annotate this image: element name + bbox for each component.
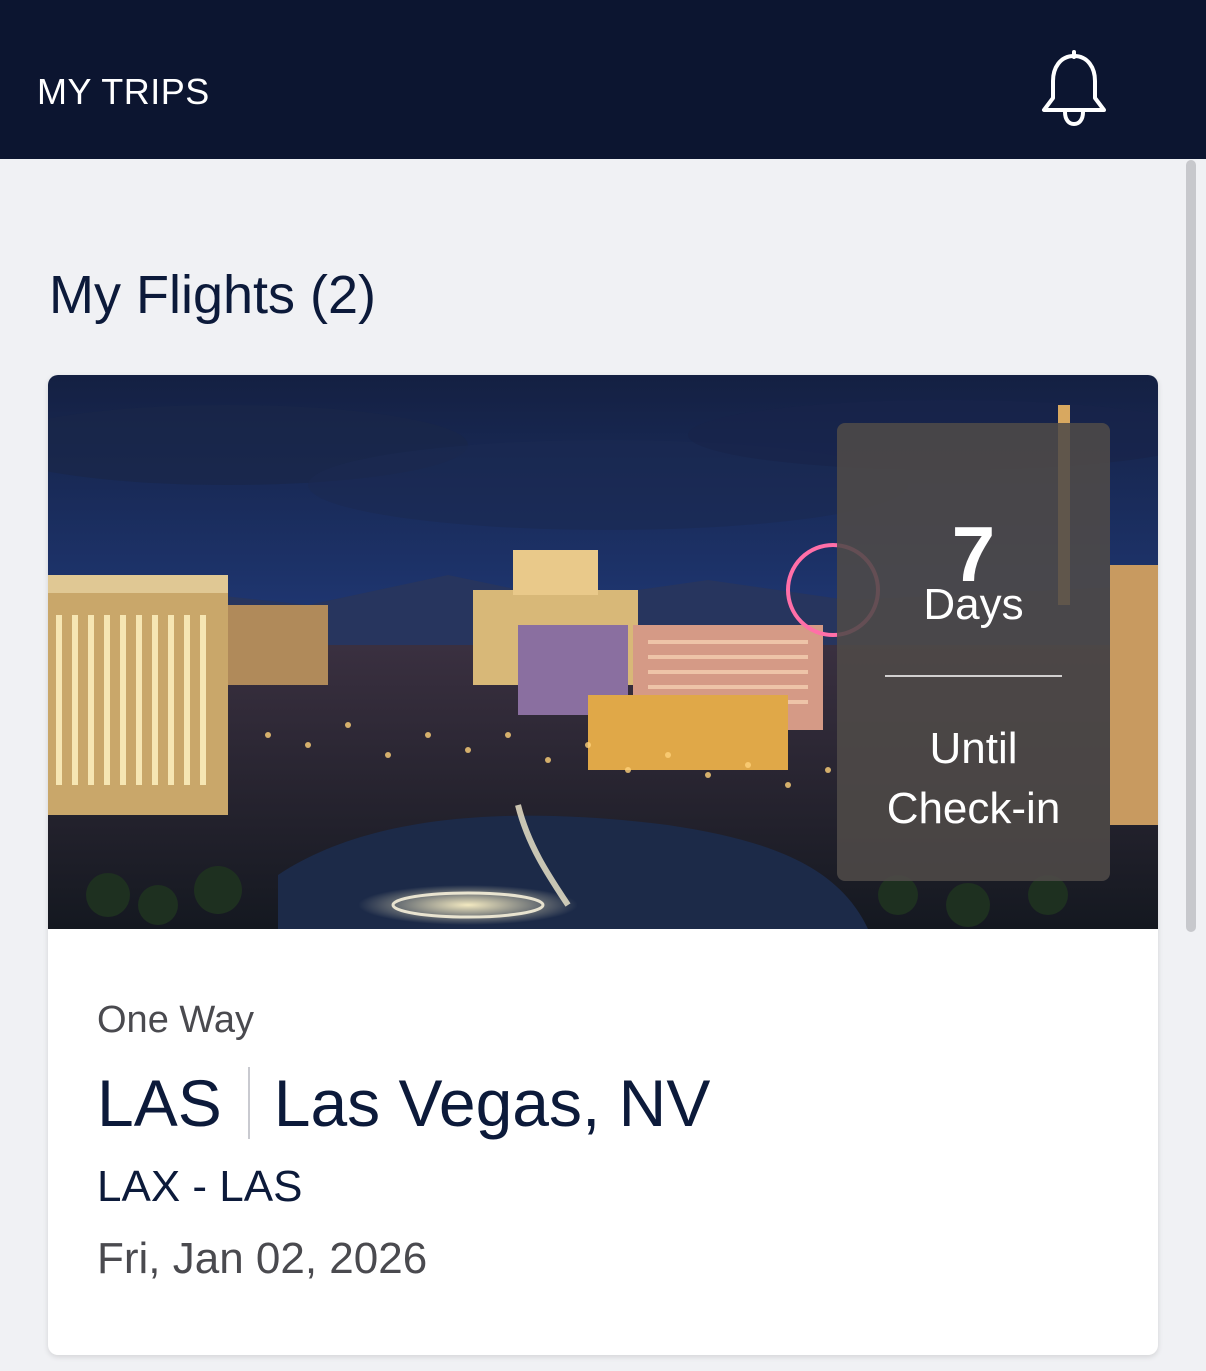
- destination-image: 7 Days Until Check-in: [48, 375, 1158, 929]
- countdown-divider: [885, 675, 1062, 677]
- scrollbar[interactable]: [1186, 160, 1196, 932]
- flight-route: LAX - LAS: [97, 1162, 303, 1211]
- flight-card[interactable]: 7 Days Until Check-in One Way LAS Las Ve…: [48, 375, 1158, 1355]
- countdown-label: Until Check-in: [886, 724, 1061, 833]
- countdown-unit: Days: [923, 580, 1024, 629]
- destination: LAS Las Vegas, NV: [97, 1063, 710, 1143]
- trip-type: One Way: [97, 999, 254, 1041]
- flight-date: Fri, Jan 02, 2026: [97, 1234, 428, 1283]
- destination-divider: [247, 1067, 250, 1139]
- destination-code: LAS: [97, 1066, 222, 1140]
- destination-city: Las Vegas, NV: [273, 1066, 711, 1140]
- page-title: MY TRIPS: [37, 71, 210, 112]
- bell-icon[interactable]: [1040, 50, 1108, 130]
- check-in-countdown: 7 Days Until Check-in: [837, 423, 1110, 881]
- top-app-bar: MY TRIPS: [0, 0, 1206, 159]
- section-title: My Flights (2): [49, 265, 377, 325]
